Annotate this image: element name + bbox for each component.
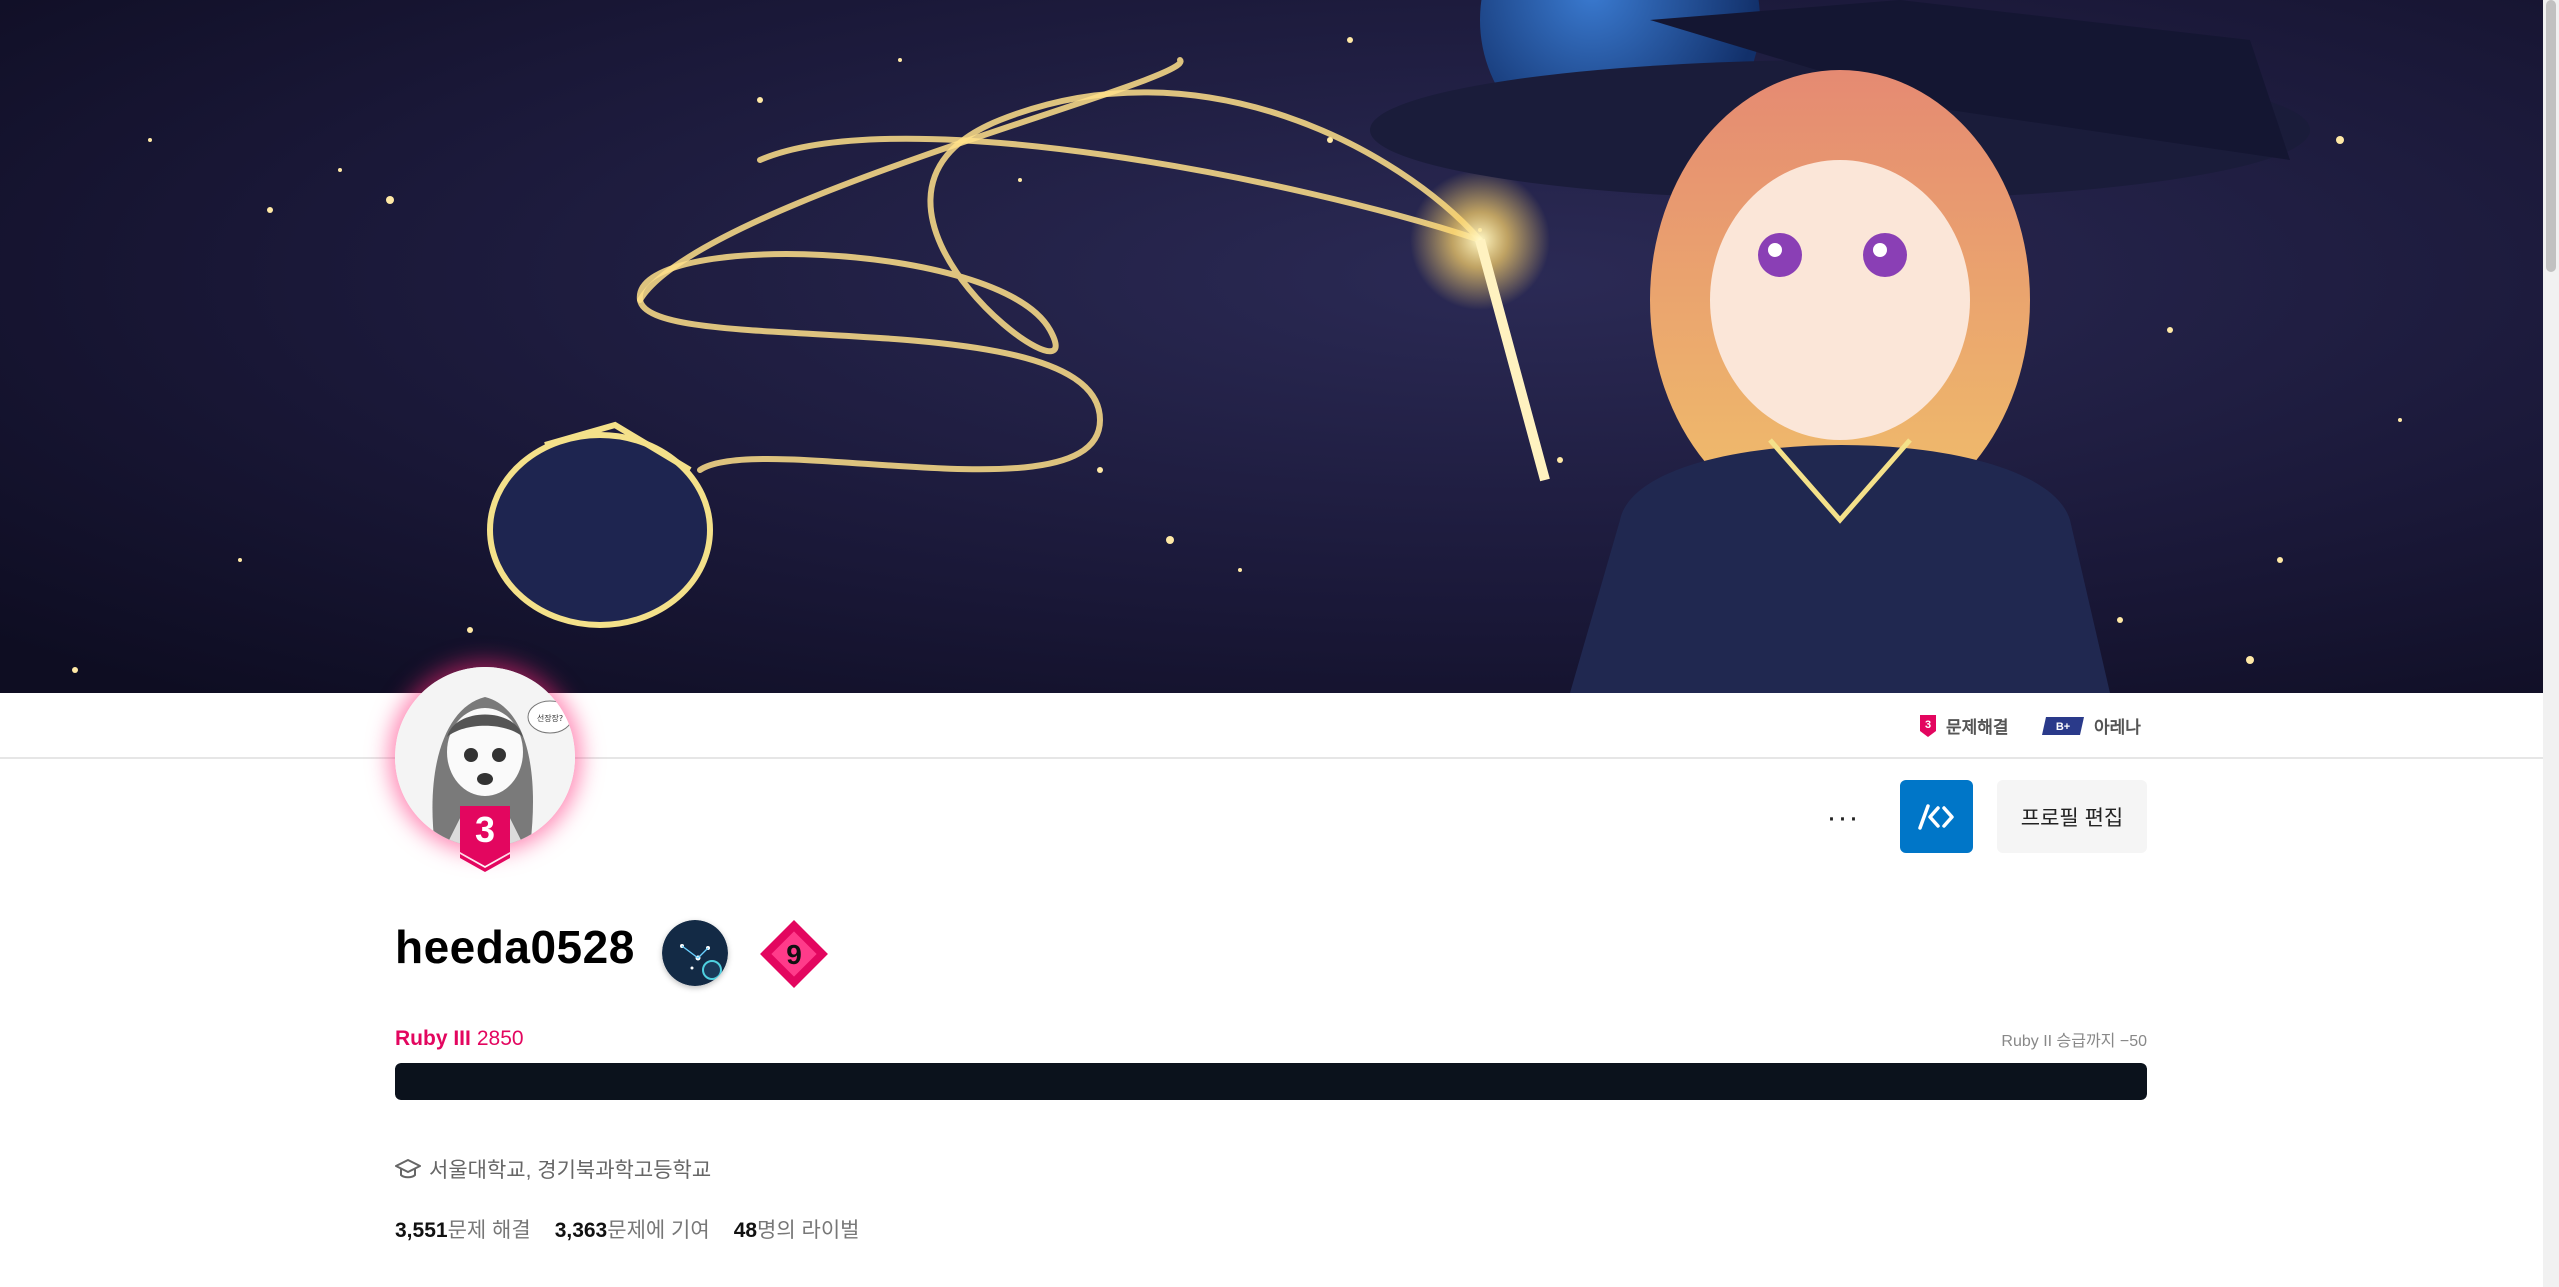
stats-row: 3,551문제 해결 3,363문제에 기여 48명의 라이벌 xyxy=(395,1214,859,1244)
rivals-label: 명의 라이벌 xyxy=(757,1219,860,1242)
rating-tier: Ruby III xyxy=(395,1027,471,1050)
tier-badge-icon: 3 xyxy=(460,806,510,872)
rivals-count: 48 xyxy=(733,1219,758,1242)
arena-tier-icon: B+ xyxy=(2042,716,2084,735)
diamond-badge-icon[interactable]: 9 xyxy=(756,916,832,992)
next-promotion-text: Ruby II 승급까지 −50 xyxy=(2001,1033,2147,1050)
constellation-badge[interactable] xyxy=(662,920,728,986)
solved-label: 문제 해결 xyxy=(447,1219,531,1242)
rating-summary: Ruby III 2850 xyxy=(395,1027,524,1051)
more-options-button[interactable]: ··· xyxy=(1815,790,1871,846)
page-scrollbar[interactable] xyxy=(2543,0,2559,1287)
solved-count: 3,551 xyxy=(395,1219,448,1242)
rating-progress-fill xyxy=(395,1063,2147,1100)
arena-label: 아레나 xyxy=(2094,718,2141,737)
arena-tier-link[interactable]: B+ 아레나 xyxy=(2042,713,2141,738)
scrollbar-thumb[interactable] xyxy=(2546,0,2556,272)
diamond-badge-number: 9 xyxy=(786,939,802,970)
tier-strip: 3 문제해결 B+ 아레나 xyxy=(0,693,2543,759)
arena-badge-text: B+ xyxy=(2056,721,2070,733)
edit-profile-button[interactable]: 프로필 편집 xyxy=(1997,780,2147,853)
rating-value: 2850 xyxy=(476,1027,524,1050)
problem-solving-tier-link[interactable]: 3 문제해결 xyxy=(1920,713,2009,738)
avatar-speech-text: 선장장? xyxy=(537,713,563,723)
problem-solving-label: 문제해결 xyxy=(1946,718,2009,737)
code-icon xyxy=(1917,803,1954,830)
contributed-label: 문제에 기여 xyxy=(607,1219,710,1242)
solved-stat[interactable]: 3,551문제 해결 xyxy=(395,1214,531,1244)
profile-banner xyxy=(0,0,2543,693)
graduation-cap-icon xyxy=(395,1159,421,1179)
problem-solving-badge-text: 3 xyxy=(1925,719,1931,731)
constellation-badge-icon xyxy=(662,920,728,986)
username: heeda0528 xyxy=(395,921,635,973)
rivals-stat[interactable]: 48명의 라이벌 xyxy=(734,1214,860,1244)
contributed-count: 3,363 xyxy=(554,1219,608,1242)
ruby-tier-icon: 3 xyxy=(1920,714,1936,737)
rating-progress-bar xyxy=(395,1063,2147,1100)
code-profile-button[interactable] xyxy=(1900,780,1973,853)
school-text[interactable]: 서울대학교, 경기북과학고등학교 xyxy=(429,1154,711,1184)
tier-badge-number: 3 xyxy=(475,809,495,850)
school-info: 서울대학교, 경기북과학고등학교 xyxy=(395,1154,711,1184)
contributed-stat[interactable]: 3,363문제에 기여 xyxy=(555,1214,710,1244)
banner-illustration xyxy=(0,0,2543,693)
